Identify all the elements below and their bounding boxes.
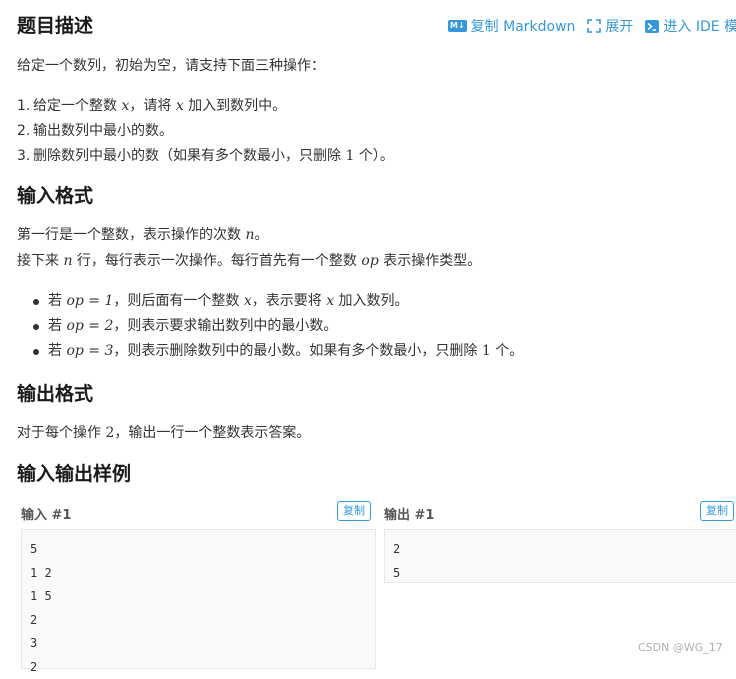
list-number: 3.: [17, 144, 30, 169]
section-title-output-format: 输出格式: [17, 381, 93, 407]
bullet-icon: [33, 324, 39, 330]
text-segment: ，则表示删除数列中的最小数。如果有多个数最小，只删除: [113, 343, 481, 359]
list-item: 若 op = 2，则表示要求输出数列中的最小数。: [17, 314, 523, 339]
code-line: 3: [30, 632, 367, 656]
section-title-input-format: 输入格式: [17, 183, 93, 209]
text-segment: 若: [48, 318, 66, 334]
copy-input-button[interactable]: 复制: [337, 501, 371, 521]
math-number: 1: [482, 343, 491, 359]
math-var: x: [244, 293, 252, 309]
op3-text-b: 个）。: [354, 148, 393, 164]
list-number: 2.: [17, 119, 30, 144]
text-segment: 。: [254, 227, 268, 243]
list-item: 3. 删除数列中最小的数（如果有多个数最小，只删除 1 个）。: [17, 144, 394, 169]
code-line: 2: [30, 656, 367, 679]
input-format-line1: 第一行是一个整数，表示操作的次数 n。: [17, 225, 268, 245]
copy-markdown-label: 复制 Markdown: [471, 16, 576, 36]
text-segment: 表示操作类型。: [379, 253, 481, 269]
op1-text-a: 给定一个整数: [33, 98, 121, 114]
code-line: 2: [30, 609, 367, 633]
output-format-text: 对于每个操作 2，输出一行一个整数表示答案。: [17, 423, 310, 443]
text-segment: ，则后面有一个整数: [113, 293, 243, 309]
text-segment: 行，每行表示一次操作。每行首先有一个整数: [72, 253, 361, 269]
text-segment: 对于每个操作: [17, 425, 105, 441]
list-item: 2. 输出数列中最小的数。: [17, 119, 394, 144]
expand-button[interactable]: 展开: [587, 16, 633, 36]
markdown-icon: M↓: [448, 20, 467, 32]
terminal-icon: [645, 20, 659, 33]
code-line: 1 5: [30, 585, 367, 609]
section-title-samples: 输入输出样例: [17, 461, 131, 487]
code-line: 5: [30, 538, 367, 562]
math-expr: op = 3: [66, 343, 113, 359]
list-item: 1. 给定一个整数 x，请将 x 加入到数列中。: [17, 94, 394, 119]
sample-input-label: 输入 #1: [21, 504, 71, 523]
text-segment: 接下来: [17, 253, 63, 269]
watermark: CSDN @WG_17: [638, 641, 723, 654]
sample-output-header: 输出 #1 复制: [380, 500, 736, 524]
code-line: 2: [393, 538, 728, 562]
code-line: 1 2: [30, 562, 367, 586]
list-number: 1.: [17, 94, 30, 119]
bullet-icon: [33, 299, 39, 305]
copy-markdown-button[interactable]: M↓ 复制 Markdown: [448, 16, 575, 36]
math-expr: op = 2: [66, 318, 113, 334]
op2-text: 输出数列中最小的数。: [33, 123, 173, 139]
expand-label: 展开: [605, 16, 633, 36]
enter-ide-label: 进入 IDE 模式: [663, 16, 736, 36]
input-format-line2: 接下来 n 行，每行表示一次操作。每行首先有一个整数 op 表示操作类型。: [17, 251, 481, 271]
text-segment: ，表示要将: [252, 293, 326, 309]
list-item: 若 op = 1，则后面有一个整数 x，表示要将 x 加入数列。: [17, 289, 523, 314]
bullet-icon: [33, 349, 39, 355]
text-segment: ，则表示要求输出数列中的最小数。: [113, 318, 337, 334]
text-segment: 个。: [491, 343, 523, 359]
math-var: op: [361, 253, 378, 269]
copy-output-button[interactable]: 复制: [700, 501, 734, 521]
text-segment: 若: [48, 293, 66, 309]
math-var: x: [176, 98, 184, 114]
problem-toolbar: M↓ 复制 Markdown 展开 进入 IDE 模式: [448, 16, 736, 36]
op3-text-a: 删除数列中最小的数（如果有多个数最小，只删除: [33, 148, 345, 164]
op1-text-b: ，请将: [129, 98, 175, 114]
text-segment: 第一行是一个整数，表示操作的次数: [17, 227, 245, 243]
op1-text-c: 加入到数列中。: [184, 98, 286, 114]
code-line: 5: [393, 562, 728, 586]
op-type-list: 若 op = 1，则后面有一个整数 x，表示要将 x 加入数列。 若 op = …: [17, 289, 523, 364]
sample-output-label: 输出 #1: [384, 504, 434, 523]
list-item: 若 op = 3，则表示删除数列中的最小数。如果有多个数最小，只删除 1 个。: [17, 339, 523, 364]
text-segment: ，输出一行一个整数表示答案。: [114, 425, 310, 441]
operation-list: 1. 给定一个整数 x，请将 x 加入到数列中。 2. 输出数列中最小的数。 3…: [17, 94, 394, 169]
expand-icon: [587, 19, 601, 33]
description-intro: 给定一个数列，初始为空，请支持下面三种操作：: [17, 56, 325, 76]
math-var: x: [326, 293, 334, 309]
sample-input-box: 5 1 2 1 5 2 3 2: [21, 529, 376, 669]
sample-output-box: 2 5: [384, 529, 736, 583]
sample-input-header: 输入 #1 复制: [17, 500, 377, 524]
section-title-description: 题目描述: [17, 13, 93, 39]
text-segment: 若: [48, 343, 66, 359]
enter-ide-button[interactable]: 进入 IDE 模式: [645, 16, 736, 36]
text-segment: 加入数列。: [334, 293, 408, 309]
math-expr: op = 1: [66, 293, 113, 309]
